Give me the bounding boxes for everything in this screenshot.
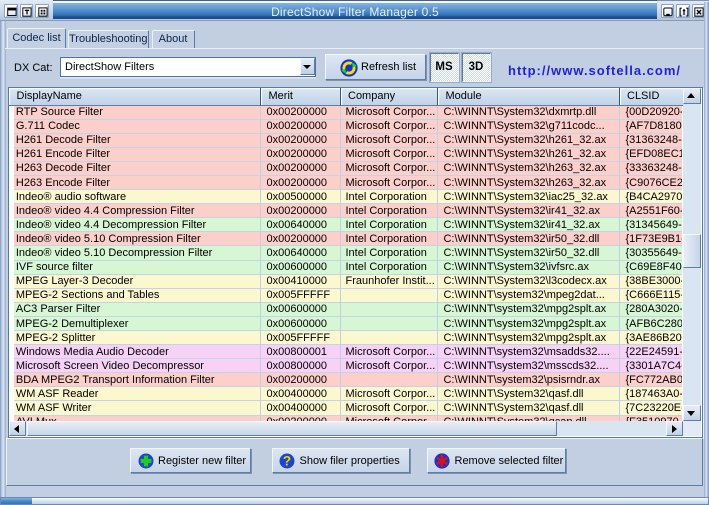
svg-text:?: ? [283,454,291,469]
